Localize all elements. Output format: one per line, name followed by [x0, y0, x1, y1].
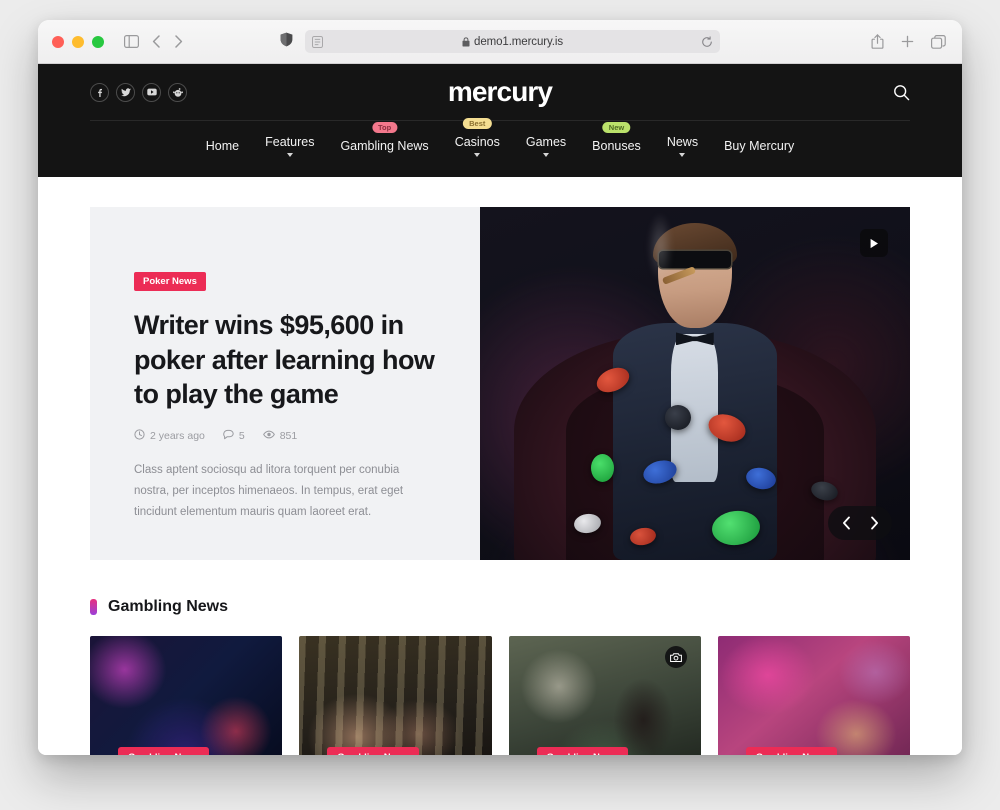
- nav-label: Gambling News: [340, 139, 429, 153]
- back-icon[interactable]: [152, 35, 161, 48]
- section-heading: Gambling News: [90, 598, 910, 616]
- nav-item-home[interactable]: Home: [204, 135, 241, 163]
- nav-label: Casinos: [454, 135, 500, 149]
- nav-label: Buy Mercury: [724, 139, 795, 153]
- zoom-window-button[interactable]: [92, 35, 104, 48]
- camera-icon: [664, 646, 687, 668]
- nav-item-gambling-news[interactable]: Top Gambling News: [338, 122, 430, 163]
- toolbar-right-icons: [871, 34, 946, 49]
- search-icon[interactable]: [893, 84, 910, 101]
- hero-meta: 2 years ago 5 851: [134, 429, 436, 443]
- hero-meta-comments: 5: [223, 429, 245, 443]
- hero-meta-comments-text: 5: [238, 429, 245, 442]
- hero-text-panel: Poker News Writer wins $95,600 in poker …: [90, 207, 480, 560]
- eye-icon: [262, 429, 275, 443]
- card-category-badge[interactable]: Gambling News: [536, 747, 628, 755]
- hero-meta-time: 2 years ago: [134, 429, 205, 443]
- reload-icon[interactable]: [701, 35, 713, 48]
- hero-image[interactable]: [479, 207, 910, 560]
- comment-icon: [223, 429, 234, 443]
- carousel-prev-button[interactable]: [832, 513, 860, 533]
- chevron-down-icon: [286, 153, 293, 157]
- share-icon[interactable]: [871, 34, 884, 49]
- hero-title[interactable]: Writer wins $95,600 in poker after learn…: [134, 308, 436, 412]
- news-card-grid: Gambling News Gambling News Gambling New…: [90, 636, 910, 755]
- url-text-group: demo1.mercury.is: [305, 36, 720, 48]
- address-bar[interactable]: demo1.mercury.is: [305, 30, 720, 53]
- chevron-down-icon: [543, 153, 549, 157]
- browser-toolbar: demo1.mercury.is: [38, 20, 962, 64]
- section-accent-marker: [90, 599, 97, 615]
- clock-icon: [134, 429, 145, 443]
- sidebar-icon[interactable]: [124, 35, 139, 48]
- header-logo-row: mercury: [90, 64, 910, 120]
- main-navigation: Home Features Top Gambling News Best Cas…: [90, 118, 910, 177]
- lock-icon: [462, 36, 470, 47]
- tab-overview-icon[interactable]: [931, 34, 946, 49]
- site-logo[interactable]: mercury: [448, 76, 553, 108]
- carousel-next-button[interactable]: [860, 513, 888, 533]
- youtube-icon[interactable]: [142, 82, 161, 102]
- chevron-down-icon: [474, 153, 481, 157]
- nav-label: Bonuses: [592, 139, 641, 153]
- news-card[interactable]: Gambling News: [508, 636, 701, 755]
- browser-window: demo1.mercury.is mercury Home Features T…: [38, 20, 962, 755]
- nav-label: Features: [265, 135, 315, 149]
- card-category-badge[interactable]: Gambling News: [327, 747, 419, 755]
- nav-label: Home: [205, 139, 240, 153]
- nav-badge-top: Top: [371, 122, 398, 134]
- news-card[interactable]: Gambling News: [90, 636, 283, 755]
- nav-item-games[interactable]: Games: [524, 131, 568, 167]
- nav-item-features[interactable]: Features: [263, 131, 316, 167]
- url-text: demo1.mercury.is: [474, 35, 563, 48]
- hero-meta-time-text: 2 years ago: [150, 429, 205, 442]
- site-header: mercury Home Features Top Gambling News …: [38, 64, 962, 177]
- section-title: Gambling News: [108, 598, 229, 615]
- nav-badge-new: New: [602, 122, 631, 134]
- nav-badge-best: Best: [463, 118, 492, 130]
- social-links: [90, 82, 187, 102]
- toolbar-left-icons: [124, 35, 183, 48]
- carousel-controls: [828, 506, 892, 540]
- card-thumbnail: [299, 636, 492, 755]
- nav-item-news[interactable]: News: [665, 131, 700, 167]
- hero-category-badge[interactable]: Poker News: [134, 272, 206, 291]
- minimize-window-button[interactable]: [72, 35, 84, 48]
- address-bar-area: demo1.mercury.is: [280, 30, 720, 53]
- forward-icon[interactable]: [174, 35, 183, 48]
- new-tab-icon[interactable]: [901, 35, 914, 48]
- play-button[interactable]: [860, 229, 888, 257]
- hero-meta-views-text: 851: [279, 429, 298, 442]
- chevron-down-icon: [679, 153, 686, 157]
- traffic-lights: [52, 35, 104, 48]
- nav-label: News: [666, 135, 699, 149]
- nav-item-buy-mercury[interactable]: Buy Mercury: [722, 135, 796, 163]
- hero-meta-views: 851: [262, 429, 298, 443]
- close-window-button[interactable]: [52, 35, 64, 48]
- card-category-badge[interactable]: Gambling News: [745, 747, 838, 755]
- hero-slider: Poker News Writer wins $95,600 in poker …: [90, 207, 910, 560]
- page-content: Poker News Writer wins $95,600 in poker …: [38, 177, 962, 755]
- news-card[interactable]: Gambling News: [717, 636, 910, 755]
- card-thumbnail: [717, 636, 910, 755]
- nav-label: Games: [525, 135, 567, 149]
- facebook-icon[interactable]: [90, 82, 109, 102]
- nav-item-casinos[interactable]: Best Casinos: [453, 118, 502, 167]
- card-thumbnail: [90, 636, 283, 755]
- hero-excerpt: Class aptent sociosqu ad litora torquent…: [134, 463, 404, 519]
- nav-item-bonuses[interactable]: New Bonuses: [590, 122, 643, 163]
- news-card[interactable]: Gambling News: [299, 636, 492, 755]
- twitter-icon[interactable]: [116, 82, 135, 102]
- shield-icon[interactable]: [280, 32, 293, 52]
- reddit-icon[interactable]: [168, 82, 187, 102]
- card-category-badge[interactable]: Gambling News: [118, 747, 210, 755]
